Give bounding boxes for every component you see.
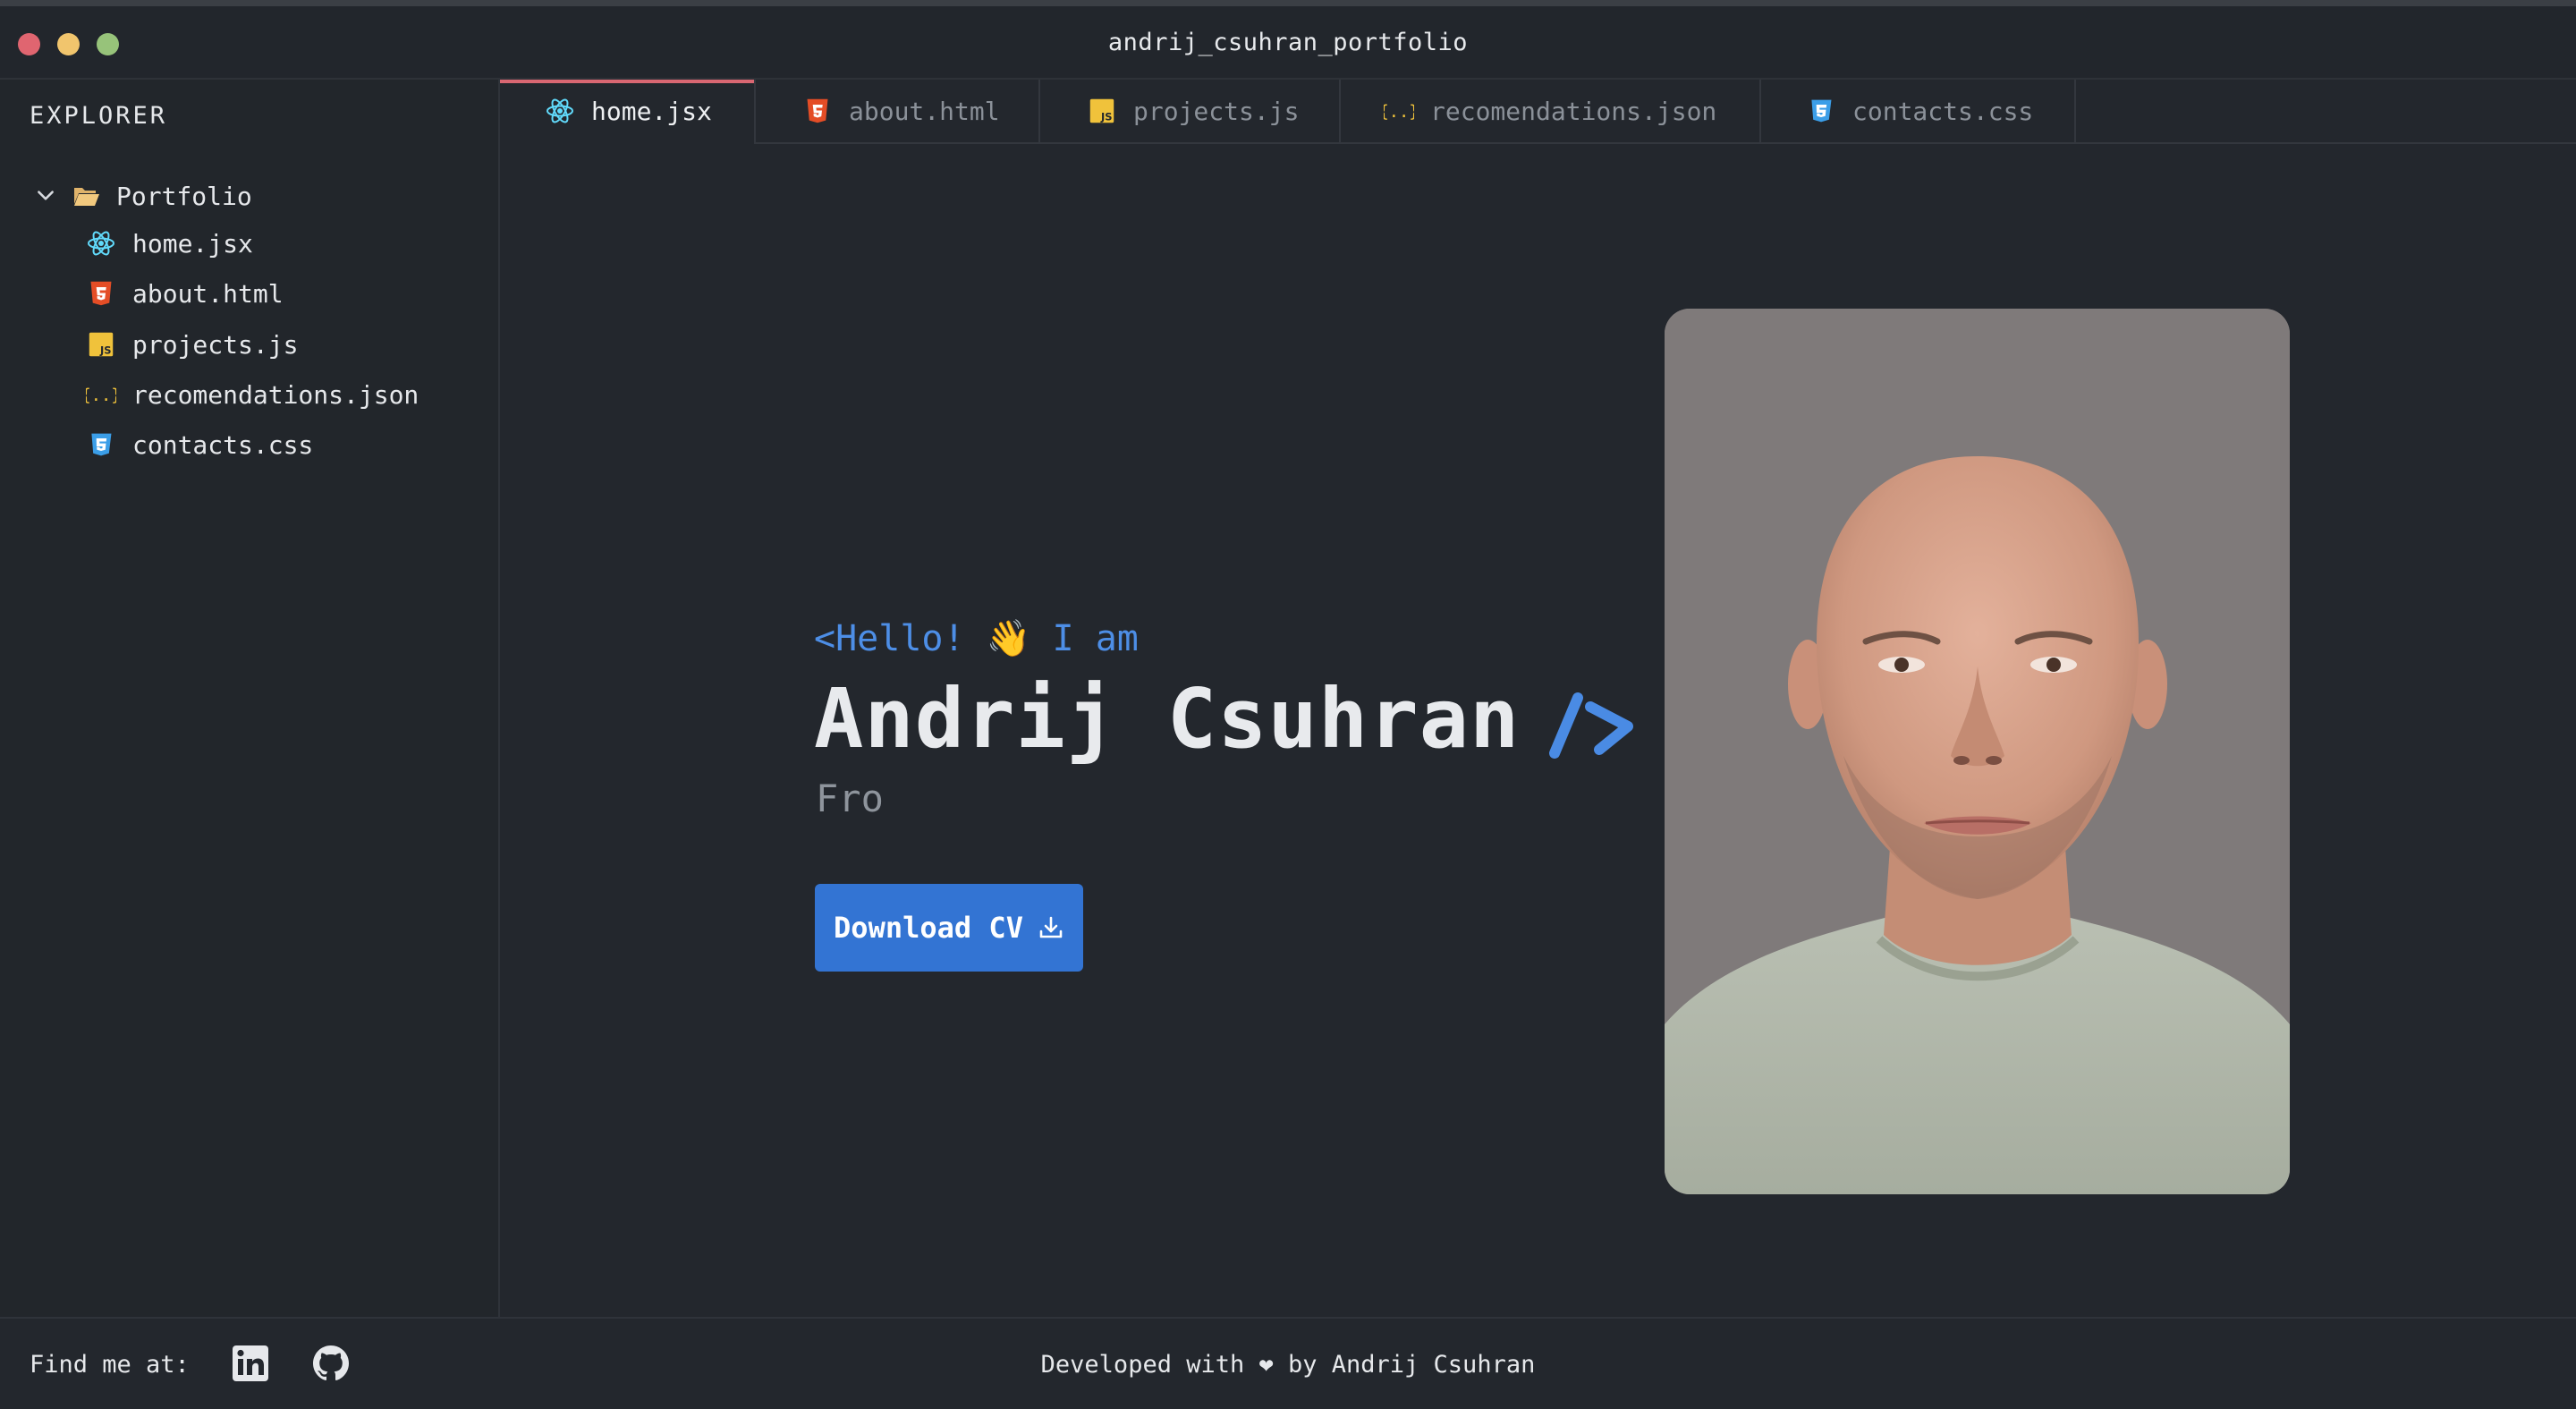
window-title: andrij_csuhran_portfolio (1107, 29, 1469, 56)
javascript-icon: JS (86, 329, 116, 360)
footer-credit: Developed with ❤ by Andrij Csuhran (1040, 1351, 1536, 1379)
javascript-icon: JS (1087, 96, 1117, 126)
sidebar-file-recomendations-json[interactable]: {..} recomendations.json (86, 377, 419, 412)
editor-tabs: home.jsx about.html JS projects.js {..} … (500, 80, 2576, 144)
json-icon: {..} (1384, 96, 1414, 126)
sidebar-file-label: home.jsx (132, 228, 253, 259)
sidebar-file-label: recomendations.json (132, 379, 419, 410)
sidebar-file-projects-js[interactable]: JS projects.js (86, 327, 298, 362)
download-icon (1039, 916, 1063, 938)
footer: Find me at: Developed with ❤ by Andrij C… (0, 1317, 2576, 1409)
svg-text:{..}: {..} (86, 386, 116, 405)
svg-text:JS: JS (99, 344, 112, 357)
tab-recomendations-json[interactable]: {..} recomendations.json (1341, 80, 1761, 142)
tab-contacts-css[interactable]: contacts.css (1761, 80, 2076, 142)
tab-label: contacts.css (1852, 96, 2034, 126)
html5-icon (802, 96, 833, 126)
sidebar-file-about-html[interactable]: about.html (86, 276, 284, 311)
react-icon (86, 228, 116, 259)
portrait-illustration (1665, 309, 2290, 1194)
chevron-down-icon (38, 191, 54, 200)
css3-icon (86, 429, 116, 460)
html5-icon (86, 278, 116, 309)
json-icon: {..} (86, 379, 116, 410)
tab-home-jsx[interactable]: home.jsx (500, 80, 756, 144)
svg-text:JS: JS (1100, 111, 1113, 123)
greeting-text: <Hello! 👋 I am (814, 618, 1139, 659)
tab-label: recomendations.json (1430, 96, 1717, 126)
download-cv-button[interactable]: Download CV (815, 884, 1083, 972)
download-cv-label: Download CV (834, 911, 1023, 945)
sidebar-file-contacts-css[interactable]: contacts.css (86, 427, 313, 463)
hero-name: Andrij Csuhran (814, 671, 1521, 767)
tab-label: projects.js (1133, 96, 1300, 126)
css3-icon (1806, 96, 1836, 126)
explorer-sidebar: EXPLORER Portfolio home.jsx about.html J… (0, 80, 500, 1317)
window-top-edge (0, 0, 2576, 6)
folder-portfolio[interactable]: Portfolio (34, 178, 252, 214)
sidebar-file-label: contacts.css (132, 429, 314, 460)
closing-tag-icon (1549, 692, 1633, 759)
sidebar-file-label: projects.js (132, 329, 299, 360)
folder-label: Portfolio (116, 181, 252, 211)
svg-text:{..}: {..} (1384, 103, 1414, 122)
tab-label: home.jsx (591, 96, 712, 126)
explorer-title: EXPLORER (30, 102, 168, 130)
react-icon (545, 96, 575, 126)
tab-about-html[interactable]: about.html (756, 80, 1040, 142)
title-bar: andrij_csuhran_portfolio (0, 6, 2576, 80)
sidebar-file-home-jsx[interactable]: home.jsx (86, 225, 253, 261)
tab-label: about.html (849, 96, 1000, 126)
folder-open-icon (74, 188, 99, 206)
role-typing-text: Fro (816, 777, 884, 820)
sidebar-file-label: about.html (132, 278, 284, 309)
tab-projects-js[interactable]: JS projects.js (1040, 80, 1341, 142)
profile-photo (1665, 309, 2290, 1194)
